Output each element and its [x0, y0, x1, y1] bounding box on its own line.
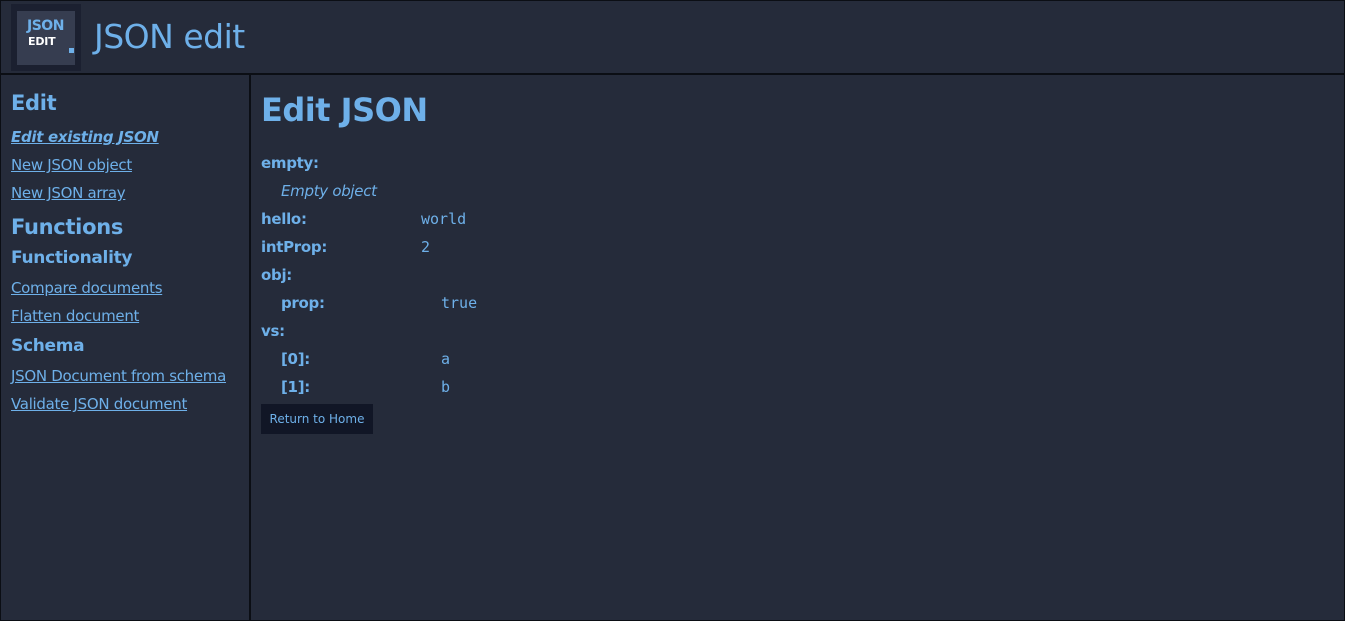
json-key-vs: vs: — [261, 322, 285, 340]
return-to-home-button[interactable]: Return to Home — [261, 404, 373, 434]
json-key-obj: obj: — [261, 266, 292, 284]
sidebar-link-compare-documents[interactable]: Compare documents — [11, 278, 163, 298]
logo-text-json: JSON — [27, 18, 64, 34]
json-empty-object-note: Empty object — [281, 182, 377, 200]
sidebar-heading-edit: Edit — [11, 91, 57, 115]
json-key-empty: empty: — [261, 154, 319, 172]
logo-text-edit: EDIT — [28, 35, 56, 48]
json-value-vs-0[interactable]: a — [441, 349, 450, 369]
sidebar-heading-functionality: Functionality — [11, 248, 133, 268]
json-value-obj-prop[interactable]: true — [441, 293, 477, 313]
json-value-intprop[interactable]: 2 — [421, 237, 430, 257]
logo-corner-mark — [69, 48, 74, 53]
main-content: Edit JSON empty: Empty object hello: wor… — [251, 75, 1345, 621]
sidebar: Edit Edit existing JSON New JSON object … — [0, 75, 251, 621]
sidebar-link-edit-existing-json[interactable]: Edit existing JSON — [11, 127, 159, 147]
json-key-intprop: intProp: — [261, 238, 328, 256]
sidebar-link-new-json-array[interactable]: New JSON array — [11, 183, 126, 203]
sidebar-link-json-document-from-schema[interactable]: JSON Document from schema — [11, 366, 226, 386]
json-key-hello: hello: — [261, 210, 307, 228]
json-key-obj-prop: prop: — [281, 294, 325, 312]
json-edit-logo[interactable]: JSON EDIT — [11, 4, 81, 71]
sidebar-link-flatten-document[interactable]: Flatten document — [11, 306, 139, 326]
page-title: Edit JSON — [261, 91, 428, 129]
sidebar-link-new-json-object[interactable]: New JSON object — [11, 155, 132, 175]
json-key-vs-0: [0]: — [281, 350, 310, 368]
logo-tile: JSON EDIT — [17, 11, 75, 65]
sidebar-heading-functions: Functions — [11, 215, 124, 239]
sidebar-link-validate-json-document[interactable]: Validate JSON document — [11, 394, 187, 414]
app-title: JSON edit — [94, 17, 245, 56]
sidebar-heading-schema: Schema — [11, 336, 85, 356]
json-value-hello[interactable]: world — [421, 209, 466, 229]
json-value-vs-1[interactable]: b — [441, 377, 450, 397]
json-key-vs-1: [1]: — [281, 378, 310, 396]
app-header: JSON EDIT JSON edit — [0, 0, 1345, 75]
